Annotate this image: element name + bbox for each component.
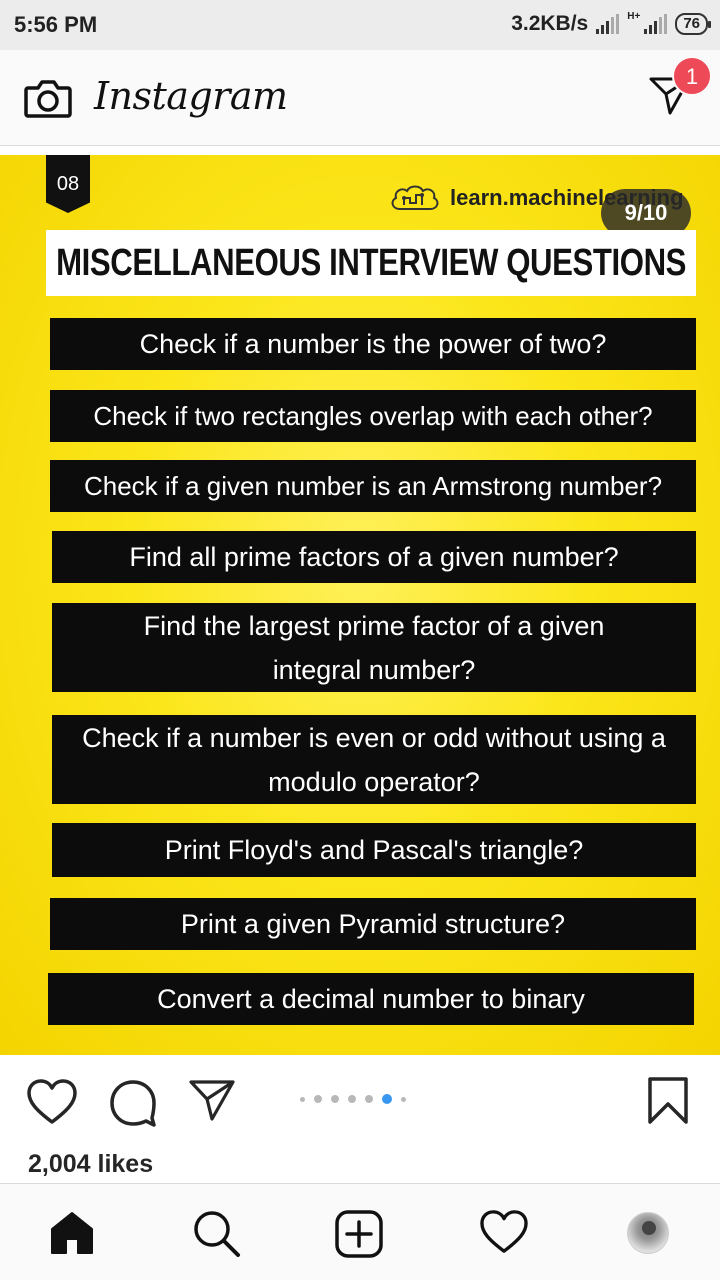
carousel-dot [314,1095,322,1103]
question-box: Print a given Pyramid structure? [50,898,696,950]
dm-badge: 1 [672,56,712,96]
question-box: Find the largest prime factor of a given… [52,603,696,692]
network-speed: 3.2KB/s [511,12,589,35]
status-bar: 5:56 PM 3.2KB/s H+ 76 [0,0,720,50]
status-time: 5:56 PM [14,12,98,37]
carousel-dot [331,1095,339,1103]
status-indicators: 3.2KB/s H+ 76 [511,10,711,36]
question-box: Convert a decimal number to binary [48,973,694,1025]
profile-avatar[interactable] [627,1212,669,1254]
question-box: Check if a number is even or odd without… [52,715,696,804]
search-icon[interactable] [192,1209,242,1259]
question-box: Check if two rectangles overlap with eac… [50,390,696,442]
add-post-icon[interactable] [334,1209,384,1259]
post-title: MISCELLANEOUS INTERVIEW QUESTIONS [56,241,686,284]
title-box: MISCELLANEOUS INTERVIEW QUESTIONS [46,230,696,296]
likes-count[interactable]: 2,004 likes [28,1150,153,1179]
post-image[interactable]: 08 learn.machinelearning 9/10 MISCELLANE… [0,155,720,1055]
question-box: Check if a given number is an Armstrong … [50,460,696,512]
carousel-dot-active [382,1094,392,1104]
signal-icon [596,14,620,34]
carousel-dot [300,1096,305,1102]
question-box: Print Floyd's and Pascal's triangle? [52,823,696,877]
brain-chip-icon [391,185,439,210]
question-box: Find all prime factors of a given number… [52,531,696,583]
home-icon[interactable] [48,1209,96,1257]
carousel-indicator [300,1094,406,1104]
battery-icon: 76 [675,13,711,35]
signal-2-icon [644,14,668,34]
activity-heart-icon[interactable] [479,1209,529,1255]
instagram-logo: Instagram [94,74,288,118]
slide-tag: 08 [46,155,90,213]
network-type: H+ [627,10,641,22]
carousel-dot [365,1095,373,1103]
question-box: Check if a number is the power of two? [50,318,696,370]
comment-icon[interactable] [108,1078,158,1128]
heart-icon[interactable] [26,1078,78,1126]
camera-icon[interactable] [24,78,72,120]
bottom-navigation [0,1183,720,1280]
share-icon[interactable] [188,1078,236,1122]
carousel-dot [348,1095,356,1103]
carousel-dot [401,1096,406,1102]
bookmark-icon[interactable] [646,1076,690,1126]
instagram-header: Instagram 1 [0,50,720,146]
